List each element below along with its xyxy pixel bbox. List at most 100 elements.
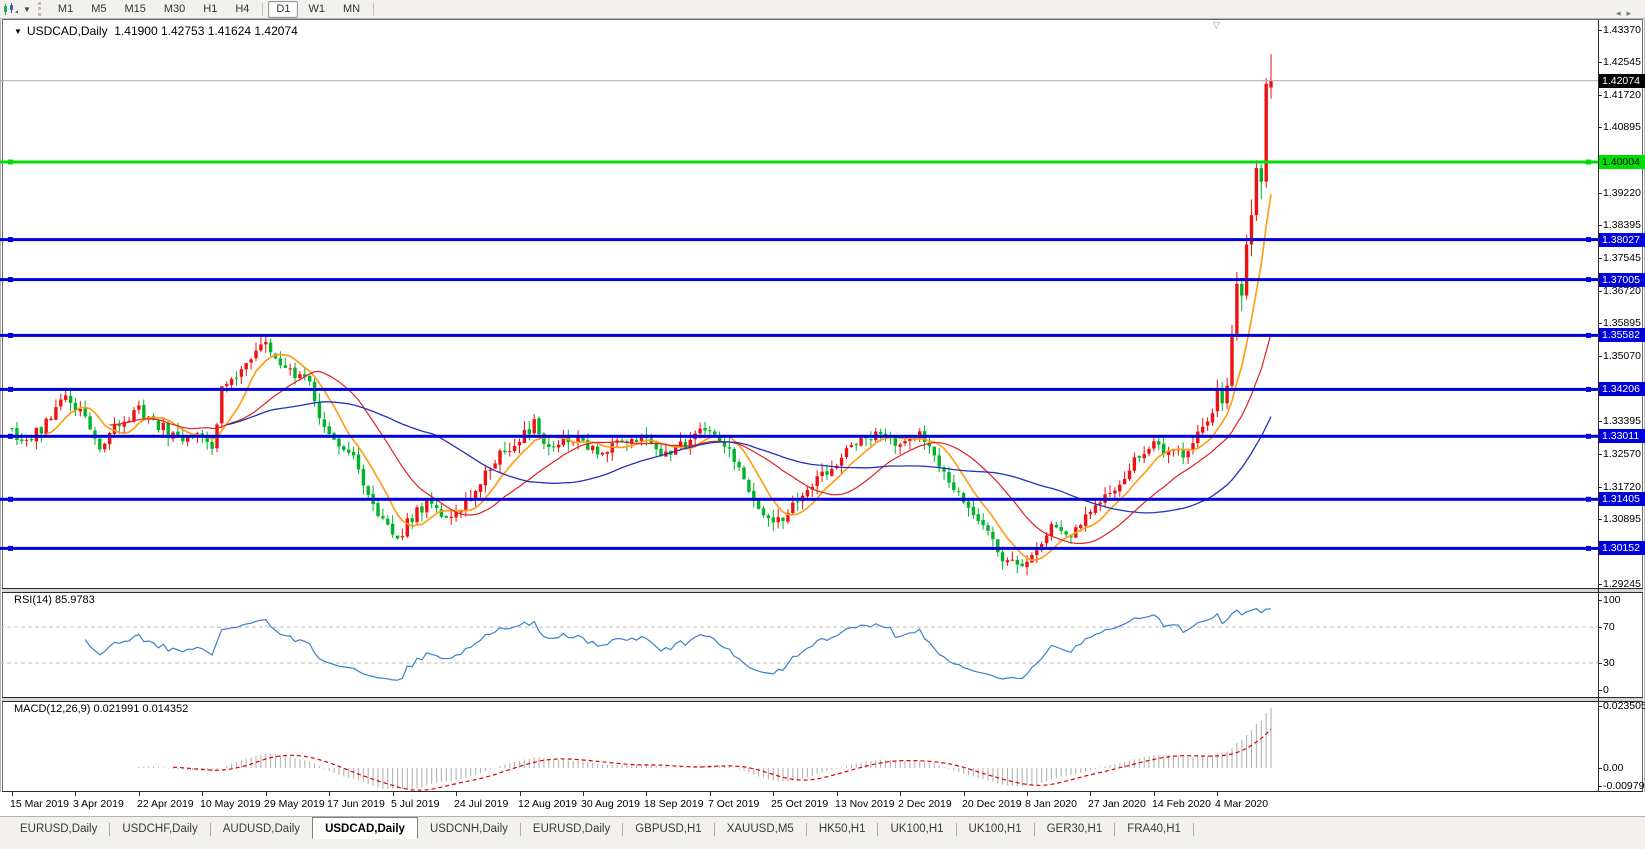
timeframe-button-m15[interactable]: M15 xyxy=(116,1,153,18)
tab-scroll-right-icon[interactable]: ▸ xyxy=(1626,8,1637,18)
chart-tab-hk50-h1[interactable]: HK50,H1 xyxy=(807,819,878,838)
date-label: 17 Jun 2019 xyxy=(327,798,385,810)
date-label: 2 Dec 2019 xyxy=(898,798,952,810)
time-axis-tick xyxy=(1154,792,1155,796)
horizontal-line[interactable] xyxy=(0,278,1598,281)
time-axis-tick xyxy=(900,792,901,796)
timeframe-button-w1[interactable]: W1 xyxy=(300,1,333,18)
timeframe-button-m5[interactable]: M5 xyxy=(83,1,114,18)
application-window: ▼ M1M5M15M30H1H4 D1W1MN ▼ USDCAD,Daily 1.4… xyxy=(0,0,1645,848)
price-tick-label: 1.42545 xyxy=(1603,56,1641,68)
hline-handle[interactable] xyxy=(1586,277,1591,282)
chart-title: ▼ USDCAD,Daily 1.41900 1.42753 1.41624 1.… xyxy=(14,24,298,38)
hline-handle[interactable] xyxy=(1586,497,1591,502)
horizontal-line[interactable] xyxy=(0,498,1598,501)
toolbar-separator xyxy=(262,3,263,16)
time-axis[interactable]: 15 Mar 20193 Apr 201922 Apr 201910 May 2… xyxy=(0,792,1645,816)
hline-handle[interactable] xyxy=(1586,387,1591,392)
timeframe-toolbar: ▼ M1M5M15M30H1H4 D1W1MN xyxy=(0,0,1645,19)
chart-tab-uk100-h1[interactable]: UK100,H1 xyxy=(957,819,1034,838)
hline-handle[interactable] xyxy=(1586,546,1591,551)
chart-tab-fra40-h1[interactable]: FRA40,H1 xyxy=(1115,819,1193,838)
tab-scroll-left-icon[interactable]: ◂ xyxy=(1616,8,1627,18)
chart-tab-usdchf-daily[interactable]: USDCHF,Daily xyxy=(110,819,209,838)
date-label: 12 Aug 2019 xyxy=(518,798,577,810)
hline-handle[interactable] xyxy=(1586,237,1591,242)
tab-scroll-arrows[interactable]: ◂▸ xyxy=(1616,8,1637,19)
hline-handle[interactable] xyxy=(8,387,13,392)
chart-tab-audusd-daily[interactable]: AUDUSD,Daily xyxy=(211,819,312,838)
macd-pane-canvas[interactable] xyxy=(0,701,1598,791)
chart-tab-usdcnh-daily[interactable]: USDCNH,Daily xyxy=(418,819,520,838)
macd-scale-label: 0.00 xyxy=(1603,762,1623,774)
hline-handle[interactable] xyxy=(8,434,13,439)
main-chart-canvas[interactable] xyxy=(0,20,1598,588)
chart-style-icon[interactable] xyxy=(3,3,19,16)
price-tick-label: 1.38395 xyxy=(1603,219,1641,231)
hline-handle[interactable] xyxy=(8,497,13,502)
timeframe-button-mn[interactable]: MN xyxy=(335,1,368,18)
time-axis-tick xyxy=(837,792,838,796)
price-axis-tick xyxy=(1598,421,1602,422)
date-label: 10 May 2019 xyxy=(200,798,261,810)
horizontal-line[interactable] xyxy=(0,161,1598,164)
hline-handle[interactable] xyxy=(8,237,13,242)
horizontal-line[interactable] xyxy=(0,334,1598,337)
time-axis-tick xyxy=(139,792,140,796)
price-axis-tick xyxy=(1598,454,1602,455)
chart-tab-usdcad-daily[interactable]: USDCAD,Daily xyxy=(312,817,418,839)
macd-scale-label: 0.023505 xyxy=(1603,700,1645,712)
hline-handle[interactable] xyxy=(8,160,13,165)
horizontal-line[interactable] xyxy=(0,435,1598,438)
hline-handle[interactable] xyxy=(8,333,13,338)
chart-title-symbol: USDCAD,Daily xyxy=(27,24,108,38)
macd-axis-tick xyxy=(1598,768,1602,769)
hline-handle[interactable] xyxy=(1586,333,1591,338)
price-tick-label: 1.40895 xyxy=(1603,121,1641,133)
time-axis-tick xyxy=(75,792,76,796)
timeframe-button-d1[interactable]: D1 xyxy=(268,1,298,18)
collapse-triangle-icon[interactable]: ▼ xyxy=(14,27,22,36)
rsi-pane-canvas[interactable] xyxy=(0,592,1598,697)
chart-style-dropdown-icon[interactable]: ▼ xyxy=(19,5,35,14)
hline-price-badge: 1.33011 xyxy=(1599,429,1645,443)
price-tick-label: 1.30895 xyxy=(1603,513,1641,525)
timeframe-buttons: M1M5M15M30H1H4 D1W1MN xyxy=(49,1,378,18)
time-axis-tick xyxy=(329,792,330,796)
price-axis-tick xyxy=(1598,127,1602,128)
chart-tab-eurusd-daily[interactable]: EURUSD,Daily xyxy=(8,819,109,838)
timeframe-button-h1[interactable]: H1 xyxy=(195,1,225,18)
date-label: 4 Mar 2020 xyxy=(1215,798,1268,810)
chart-title-quotes: 1.41900 1.42753 1.41624 1.42074 xyxy=(114,24,298,38)
timeframe-button-m30[interactable]: M30 xyxy=(156,1,193,18)
time-axis-tick xyxy=(964,792,965,796)
chart-tab-ger30-h1[interactable]: GER30,H1 xyxy=(1035,819,1115,838)
timeframe-button-m1[interactable]: M1 xyxy=(50,1,81,18)
rsi-axis-tick xyxy=(1598,600,1602,601)
date-label: 8 Jan 2020 xyxy=(1025,798,1077,810)
rsi-scale-label: 100 xyxy=(1603,594,1621,606)
chart-shift-marker[interactable]: ▽ xyxy=(1213,20,1220,31)
timeframe-button-h4[interactable]: H4 xyxy=(227,1,257,18)
hline-handle[interactable] xyxy=(1586,160,1591,165)
price-axis-tick xyxy=(1598,62,1602,63)
horizontal-line[interactable] xyxy=(0,388,1598,391)
toolbar-grip[interactable] xyxy=(38,2,46,16)
chart-tab-eurusd-daily[interactable]: EURUSD,Daily xyxy=(521,819,622,838)
chart-tab-bar: EURUSD,DailyUSDCHF,DailyAUDUSD,DailyUSDC… xyxy=(0,816,1645,849)
rsi-scale-label: 30 xyxy=(1603,657,1615,669)
time-axis-tick xyxy=(393,792,394,796)
horizontal-line[interactable] xyxy=(0,238,1598,241)
chart-tab-uk100-h1[interactable]: UK100,H1 xyxy=(878,819,955,838)
hline-handle[interactable] xyxy=(1586,434,1591,439)
price-axis-tick xyxy=(1598,356,1602,357)
hline-handle[interactable] xyxy=(8,277,13,282)
chart-tab-xauusd-m5[interactable]: XAUUSD,M5 xyxy=(715,819,806,838)
price-axis-tick xyxy=(1598,519,1602,520)
hline-price-badge: 1.30152 xyxy=(1599,541,1645,555)
horizontal-line[interactable] xyxy=(0,547,1598,550)
hline-handle[interactable] xyxy=(8,546,13,551)
price-tick-label: 1.33395 xyxy=(1603,415,1641,427)
time-axis-tick xyxy=(646,792,647,796)
chart-tab-gbpusd-h1[interactable]: GBPUSD,H1 xyxy=(623,819,713,838)
